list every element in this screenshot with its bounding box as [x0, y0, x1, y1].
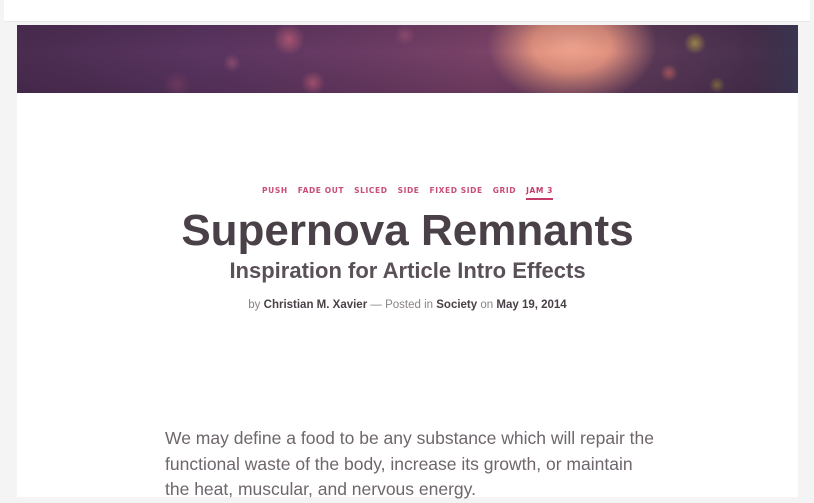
demo-navigation: PUSH FADE OUT SLICED SIDE FIXED SIDE GRI… — [17, 186, 798, 200]
demo-link-side[interactable]: SIDE — [398, 186, 420, 198]
article-title: Supernova Remnants — [181, 206, 634, 255]
demo-link-grid[interactable]: GRID — [493, 186, 516, 198]
meta-author: Christian M. Xavier — [263, 299, 368, 311]
meta-date: May 19, 2014 — [496, 299, 567, 311]
meta-posted-label: — Posted in — [370, 299, 434, 311]
article-paragraph: We may define a food to be any substance… — [165, 428, 654, 499]
demo-link-jam-3[interactable]: JAM 3 — [526, 186, 553, 200]
demo-link-push[interactable]: PUSH — [262, 186, 288, 198]
article-subtitle: Inspiration for Article Intro Effects — [229, 258, 586, 283]
article-meta: by Christian M. Xavier — Posted in Socie… — [17, 298, 798, 312]
hero-image — [17, 25, 798, 93]
article-container: PUSH FADE OUT SLICED SIDE FIXED SIDE GRI… — [17, 93, 798, 499]
meta-by-label: by — [248, 299, 261, 311]
demo-link-fade-out[interactable]: FADE OUT — [298, 186, 344, 198]
meta-category-link[interactable]: Society — [436, 299, 477, 311]
demo-link-fixed-side[interactable]: FIXED SIDE — [430, 186, 483, 198]
hero-image-edge — [758, 25, 798, 93]
demo-link-sliced[interactable]: SLICED — [354, 186, 387, 198]
meta-date-label: on — [480, 299, 494, 311]
browser-top-bar — [4, 0, 810, 22]
hero-image-shade — [17, 25, 798, 93]
